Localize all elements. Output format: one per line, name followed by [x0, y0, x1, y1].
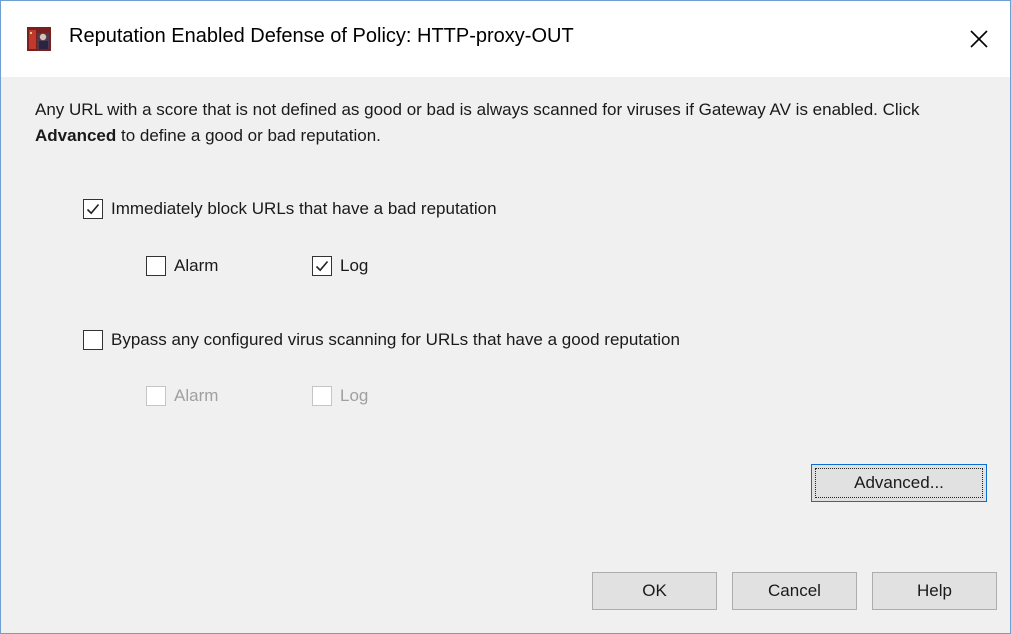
close-icon [970, 30, 988, 48]
bypass-good-alarm-label: Alarm [174, 386, 219, 405]
firebox-app-icon [27, 27, 51, 51]
bypass-good-alarm-checkbox [146, 386, 166, 406]
bypass-good-reputation-option[interactable]: Bypass any configured virus scanning for… [83, 330, 680, 350]
description-text: Any URL with a score that is not defined… [35, 97, 975, 149]
window-title: Reputation Enabled Defense of Policy: HT… [69, 25, 574, 47]
description-bold-advanced: Advanced [35, 126, 117, 145]
close-button[interactable] [948, 1, 1010, 77]
checkmark-icon [86, 203, 100, 215]
block-bad-reputation-option[interactable]: Immediately block URLs that have a bad r… [83, 199, 497, 219]
advanced-button[interactable]: Advanced... [811, 464, 987, 502]
cancel-button[interactable]: Cancel [732, 572, 857, 610]
help-button-label: Help [917, 581, 952, 600]
block-bad-reputation-checkbox[interactable] [83, 199, 103, 219]
block-bad-log-checkbox[interactable] [312, 256, 332, 276]
block-bad-alarm-option[interactable]: Alarm [146, 256, 218, 276]
bypass-good-alarm-option: Alarm [146, 386, 218, 406]
description-part-2: to define a good or bad reputation. [116, 126, 381, 145]
bypass-good-log-label: Log [340, 386, 369, 405]
description-part-1: Any URL with a score that is not defined… [35, 100, 920, 119]
help-button[interactable]: Help [872, 572, 997, 610]
bypass-good-log-checkbox [312, 386, 332, 406]
block-bad-alarm-checkbox[interactable] [146, 256, 166, 276]
block-bad-reputation-label: Immediately block URLs that have a bad r… [111, 199, 497, 218]
title-bar[interactable]: Reputation Enabled Defense of Policy: HT… [1, 1, 1010, 77]
block-bad-log-option[interactable]: Log [312, 256, 368, 276]
ok-button-label: OK [642, 581, 667, 600]
bypass-good-reputation-label: Bypass any configured virus scanning for… [111, 330, 680, 349]
advanced-button-label: Advanced... [854, 473, 944, 492]
block-bad-alarm-label: Alarm [174, 256, 219, 275]
ok-button[interactable]: OK [592, 572, 717, 610]
cancel-button-label: Cancel [768, 581, 821, 600]
checkmark-icon [315, 260, 329, 272]
block-bad-log-label: Log [340, 256, 369, 275]
bypass-good-log-option: Log [312, 386, 368, 406]
bypass-good-reputation-checkbox[interactable] [83, 330, 103, 350]
dialog-window: Reputation Enabled Defense of Policy: HT… [0, 0, 1011, 634]
